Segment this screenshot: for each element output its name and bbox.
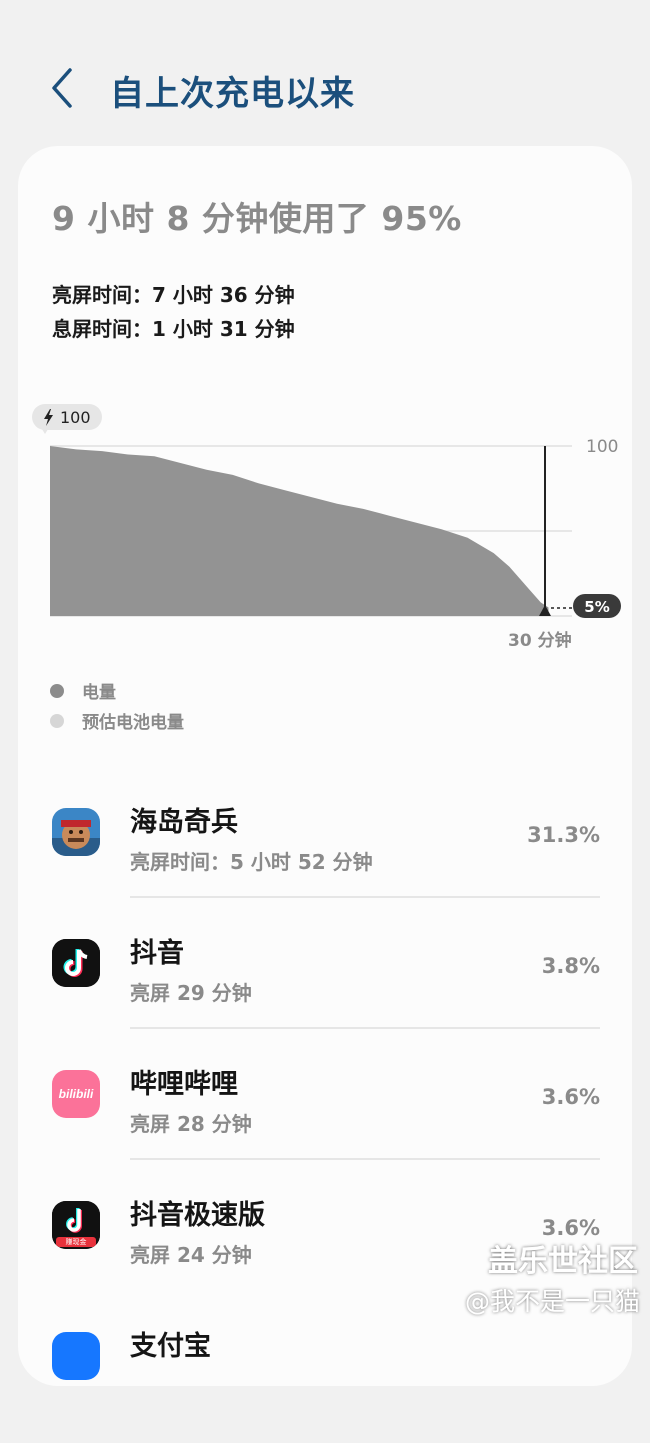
app-name: 支付宝	[130, 1331, 211, 1362]
header: 自上次充电以来	[0, 0, 650, 150]
battery-usage-card: 9 小时 8 分钟使用了 95% 亮屏时间：7 小时 36 分钟 息屏时间：1 …	[18, 146, 632, 1386]
legend-label: 电量	[82, 683, 116, 703]
app-name: 抖音	[130, 938, 184, 969]
remaining-time-label: 30 分钟	[508, 630, 572, 651]
y-tick-top: 100	[586, 437, 618, 457]
app-row-boom-beach[interactable]: 海岛奇兵 亮屏时间：5 小时 52 分钟 31.3%	[18, 788, 632, 919]
app-screen-time: 亮屏 29 分钟	[130, 981, 252, 1005]
legend-dot-battery	[50, 684, 64, 698]
app-percent: 3.6%	[541, 1085, 600, 1109]
alipay-icon	[52, 1332, 100, 1380]
chevron-left-icon	[52, 68, 72, 108]
app-name: 抖音极速版	[130, 1200, 265, 1231]
current-level-text: 5%	[584, 598, 609, 616]
divider	[130, 1158, 600, 1160]
boom-beach-icon	[52, 808, 100, 856]
divider	[130, 896, 600, 898]
app-screen-time: 亮屏 24 分钟	[130, 1243, 252, 1267]
douyin-lite-badge: 赚现金	[65, 1238, 87, 1246]
app-row-bilibili[interactable]: bilibili 哔哩哔哩 亮屏 28 分钟 3.6%	[18, 1050, 632, 1181]
legend-label: 预估电池电量	[82, 713, 184, 733]
bilibili-icon: bilibili	[52, 1070, 100, 1118]
screen-on-time: 亮屏时间：7 小时 36 分钟	[52, 283, 295, 307]
douyin-lite-icon: 赚现金	[52, 1201, 100, 1249]
watermark-user: @我不是一只猫	[464, 1287, 640, 1316]
douyin-icon	[52, 939, 100, 987]
app-name: 哔哩哔哩	[130, 1069, 238, 1100]
legend-item-battery: 电量	[50, 678, 116, 703]
battery-chart[interactable]: 5% 100 100 30 分钟	[18, 396, 632, 656]
back-button[interactable]	[44, 62, 84, 114]
app-row-douyin[interactable]: 抖音 亮屏 29 分钟 3.8%	[18, 919, 632, 1050]
usage-summary: 9 小时 8 分钟使用了 95%	[52, 199, 462, 238]
divider	[130, 1027, 600, 1029]
screen-off-time: 息屏时间：1 小时 31 分钟	[52, 317, 295, 341]
app-screen-time: 亮屏时间：5 小时 52 分钟	[130, 850, 373, 874]
legend-dot-estimated	[50, 714, 64, 728]
app-screen-time: 亮屏 28 分钟	[130, 1112, 252, 1136]
legend-item-estimated: 预估电池电量	[50, 708, 184, 733]
app-percent: 31.3%	[527, 823, 600, 847]
battery-chart-svg: 5% 100 100 30 分钟	[32, 404, 621, 651]
app-percent: 3.8%	[541, 954, 600, 978]
bilibili-icon-text: bilibili	[58, 1087, 94, 1101]
app-name: 海岛奇兵	[130, 807, 238, 838]
start-level-text: 100	[60, 408, 91, 427]
page-title: 自上次充电以来	[110, 74, 355, 114]
watermark-site: 盖乐世社区	[488, 1244, 638, 1279]
